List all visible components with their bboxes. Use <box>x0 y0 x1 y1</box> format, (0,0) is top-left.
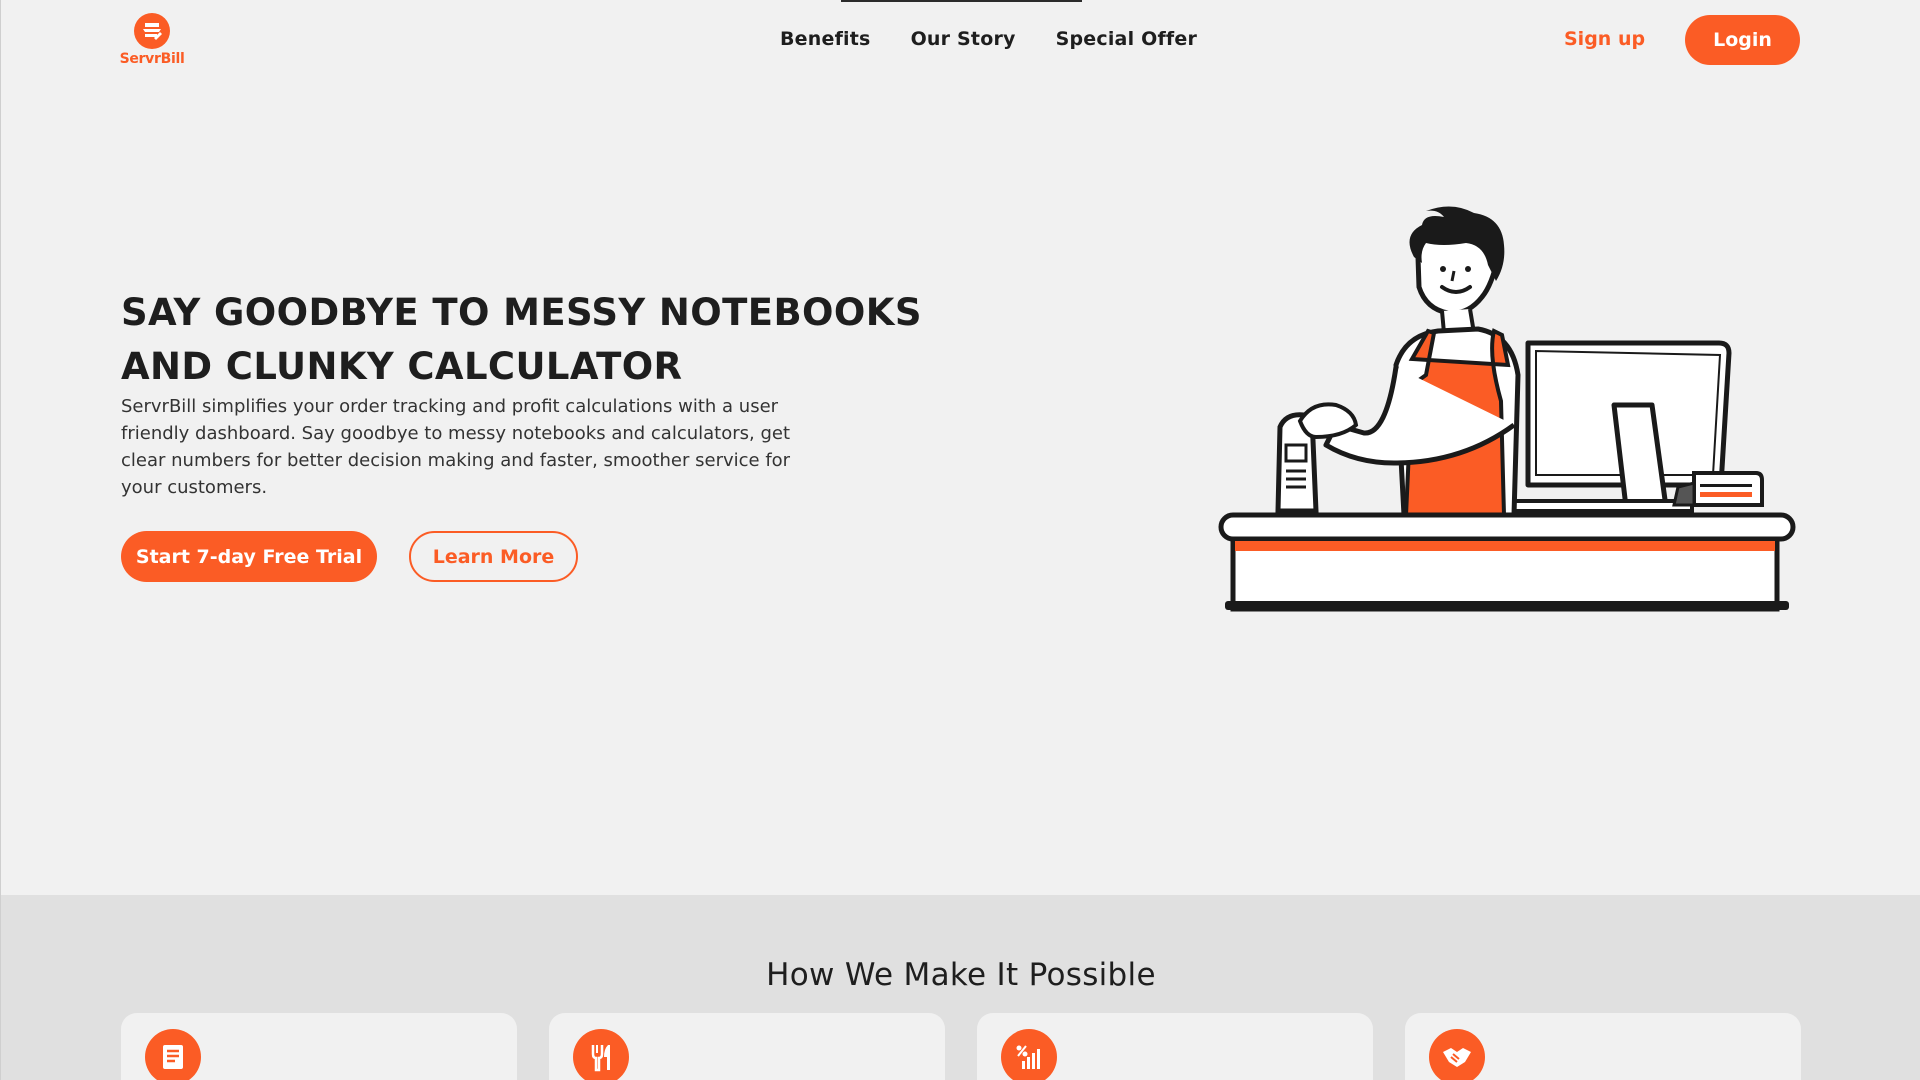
cashier-illustration <box>1218 206 1796 612</box>
fork-knife-icon <box>573 1029 629 1080</box>
feature-card-3[interactable] <box>977 1013 1373 1080</box>
logo-text: ServrBill <box>119 51 185 67</box>
features-title: How We Make It Possible <box>766 957 1156 993</box>
site-header: ServrBill Benefits Our Story Special Off… <box>1 0 1920 84</box>
nav-special-offer[interactable]: Special Offer <box>1056 28 1197 50</box>
nav-our-story[interactable]: Our Story <box>911 28 1016 50</box>
learn-more-button[interactable]: Learn More <box>409 531 578 582</box>
feature-card-2[interactable] <box>549 1013 945 1080</box>
hero-title: SAY GOODBYE TO MESSY NOTEBOOKS AND CLUNK… <box>121 291 922 388</box>
nav-benefits[interactable]: Benefits <box>780 28 871 50</box>
signup-link[interactable]: Sign up <box>1564 28 1645 50</box>
handshake-icon <box>1429 1029 1485 1080</box>
main-nav: Benefits Our Story Special Offer <box>780 28 1197 50</box>
receipt-icon <box>145 1029 201 1080</box>
top-indicator-bar <box>841 0 1082 2</box>
feature-card-1[interactable] <box>121 1013 517 1080</box>
hero-description: ServrBill simplifies your order tracking… <box>121 396 791 498</box>
logo[interactable]: ServrBill <box>119 12 185 72</box>
features-section: How We Make It Possible <box>1 895 1920 1080</box>
start-trial-button[interactable]: Start 7-day Free Trial <box>121 531 377 582</box>
chart-percent-icon <box>1001 1029 1057 1080</box>
landing-page: ServrBill Benefits Our Story Special Off… <box>0 0 1920 1080</box>
login-button[interactable]: Login <box>1685 15 1800 65</box>
logo-icon <box>134 13 170 49</box>
feature-card-4[interactable] <box>1405 1013 1801 1080</box>
